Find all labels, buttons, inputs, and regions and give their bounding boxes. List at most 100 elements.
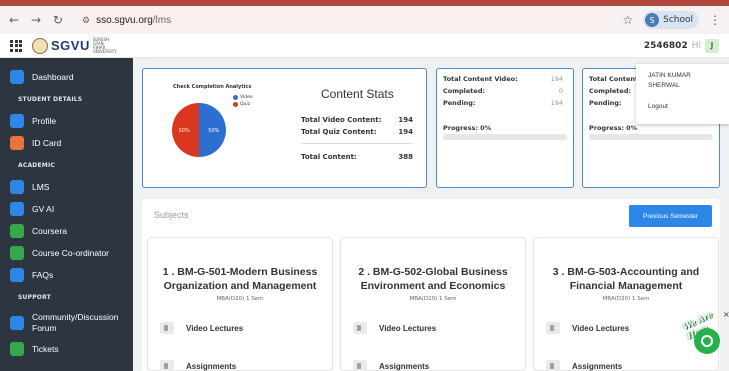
sgvu-logo[interactable]: SGVU SURESH GYAN VIHAR UNIVERSITY <box>32 36 117 54</box>
legend-item-quiz: Quiz <box>233 102 253 107</box>
quiz-content-row: Total Quiz Content: 194 <box>301 128 413 136</box>
legend-item-video: Video <box>233 95 253 100</box>
coordinator-icon <box>10 246 24 260</box>
community-icon <box>10 316 24 330</box>
assignments-link[interactable]: Assignments <box>353 360 429 371</box>
content-stats-card: Check Completion Analytics Video Quiz 50… <box>142 68 427 188</box>
assignment-icon <box>546 360 560 371</box>
reload-icon[interactable]: ↻ <box>52 13 64 27</box>
chat-bubble-icon[interactable] <box>694 328 720 354</box>
user-id: 2546802 <box>643 40 688 51</box>
sidebar-section-support: SUPPORT <box>18 293 51 301</box>
subject-meta: MBA(D20) 1 Sem <box>602 296 650 302</box>
video-content-row: Total Video Content: 194 <box>301 116 413 124</box>
sidebar-item-dashboard[interactable]: Dashboard <box>0 66 133 88</box>
url-host: sso.sgvu.org <box>96 14 153 26</box>
pie-label-video: 50% <box>208 128 219 134</box>
bookmark-star-icon[interactable]: ☆ <box>622 13 633 27</box>
url-path: /lms <box>152 14 172 26</box>
profile-button[interactable]: S School <box>643 11 699 29</box>
site-info-icon[interactable]: ⚙ <box>82 15 90 26</box>
sidebar-section-student-details: STUDENT DETAILS <box>18 95 83 103</box>
faq-icon <box>10 268 24 282</box>
assignments-link[interactable]: Assignments <box>160 360 236 371</box>
assignments-link[interactable]: Assignments <box>546 360 622 371</box>
gv-ai-icon <box>10 202 24 216</box>
subjects-panel: Subjects Previous Semester 1 . BM-G-501-… <box>142 199 720 371</box>
profile-icon <box>10 114 24 128</box>
sidebar-item-label: GV AI <box>32 204 55 214</box>
browser-menu-icon[interactable]: ⋮ <box>709 13 721 27</box>
user-dropdown-menu: JATIN KUMAR SHERWAL Logout <box>636 64 729 124</box>
sidebar-item-profile[interactable]: Profile <box>0 110 133 132</box>
user-full-name: JATIN KUMAR SHERWAL <box>648 72 691 89</box>
sidebar-item-lms[interactable]: LMS <box>0 176 133 198</box>
profile-avatar: S <box>645 13 660 27</box>
user-menu-toggle[interactable]: 2546802 Hi J <box>643 38 719 53</box>
logo-subtitle: SURESH GYAN VIHAR UNIVERSITY <box>92 36 117 54</box>
sidebar-item-label: Community/Discussion Forum <box>32 312 119 333</box>
back-icon[interactable]: ← <box>8 13 20 27</box>
sidebar-item-tickets[interactable]: Tickets <box>0 338 133 360</box>
sidebar-item-course-co-ordinator[interactable]: Course Co-ordinator <box>0 242 133 264</box>
video-pending-row: Pending: 194 <box>443 99 563 107</box>
app-header: SGVU SURESH GYAN VIHAR UNIVERSITY 254680… <box>0 34 729 58</box>
assignment-icon <box>160 360 174 371</box>
quiz-progress-label: Progress: 0% <box>589 124 638 132</box>
assignment-icon <box>353 360 367 371</box>
subject-card[interactable]: 2 . BM-G-502-Global Business Environment… <box>340 237 526 371</box>
browser-toolbar: ← → ↻ ⚙ sso.sgvu.org/lms ☆ S School ⋮ <box>0 6 729 34</box>
video-progress-label: Progress: 0% <box>443 124 492 132</box>
pie-label-quiz: 50% <box>179 128 190 134</box>
stats-divider <box>301 143 413 144</box>
sidebar: Dashboard STUDENT DETAILS Profile ID Card AC… <box>0 58 133 371</box>
video-completed-row: Completed: 0 <box>443 87 563 95</box>
dashboard-icon <box>10 70 24 84</box>
previous-semester-button[interactable]: Previous Semester <box>629 205 712 227</box>
video-icon <box>546 322 560 334</box>
video-total-row: Total Content Video: 194 <box>443 75 563 83</box>
video-icon <box>353 322 367 334</box>
subject-card[interactable]: 1 . BM-G-501-Modern Business Organizatio… <box>147 237 333 371</box>
sidebar-item-community-discussion-forum[interactable]: Community/Discussion Forum <box>0 308 133 338</box>
lms-icon <box>10 180 24 194</box>
sidebar-item-label: FAQs <box>32 270 54 280</box>
subject-name: 1 . BM-G-501-Modern Business Organizatio… <box>162 266 318 292</box>
tickets-icon <box>10 342 24 356</box>
completion-pie-chart: 50% 50% <box>172 103 226 157</box>
sidebar-item-label: Profile <box>32 116 57 126</box>
total-content-row: Total Content: 388 <box>301 153 413 161</box>
chart-legend: Video Quiz <box>233 95 253 109</box>
sidebar-item-id-card[interactable]: ID Card <box>0 132 133 154</box>
sidebar-item-label: Course Co-ordinator <box>32 248 110 258</box>
forward-icon[interactable]: → <box>30 13 42 27</box>
logo-emblem-icon <box>32 37 48 54</box>
video-progress-card: Total Content Video: 194 Completed: 0 Pend… <box>436 68 574 188</box>
coursera-icon <box>10 224 24 238</box>
video-lectures-link[interactable]: Video Lectures <box>353 322 436 334</box>
address-bar[interactable]: ⚙ sso.sgvu.org/lms <box>74 10 613 30</box>
subjects-title: Subjects <box>154 210 189 220</box>
sidebar-item-label: ID Card <box>32 138 62 148</box>
subject-meta: MBA(D20) 1 Sem <box>216 296 264 302</box>
subject-meta: MBA(D20) 1 Sem <box>409 296 457 302</box>
chat-widget[interactable]: × We Are Here <box>681 309 729 366</box>
user-avatar: J <box>705 38 719 53</box>
sidebar-item-gv-ai[interactable]: GV AI <box>0 198 133 220</box>
video-lectures-link[interactable]: Video Lectures <box>546 322 629 334</box>
id-card-icon <box>10 136 24 150</box>
sidebar-item-coursera[interactable]: Coursera <box>0 220 133 242</box>
content-stats-title: Content Stats <box>321 87 394 101</box>
logout-link[interactable]: Logout <box>648 103 717 110</box>
sidebar-item-label: Coursera <box>32 226 67 236</box>
video-lectures-link[interactable]: Video Lectures <box>160 322 243 334</box>
sidebar-section-academic: ACADEMIC <box>18 161 55 169</box>
chart-title: Check Completion Analytics <box>173 84 252 90</box>
quiz-progress-bar <box>589 134 713 140</box>
apps-grid-icon[interactable] <box>10 39 22 52</box>
sidebar-item-label: LMS <box>32 182 50 192</box>
profile-label: School <box>663 15 693 25</box>
logo-text: SGVU <box>51 38 90 53</box>
sidebar-item-faqs[interactable]: FAQs <box>0 264 133 286</box>
video-progress-bar <box>443 134 567 140</box>
